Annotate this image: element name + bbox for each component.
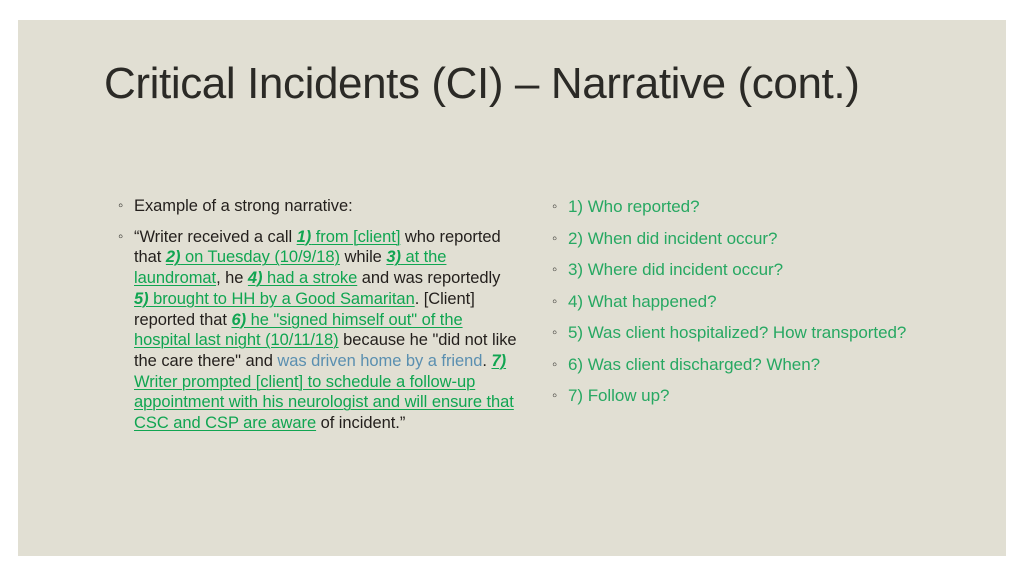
narrative-run-16: 6) [231, 310, 247, 329]
narrative-run-7: 3) [386, 248, 401, 267]
narrative-run-21: 7) [491, 351, 507, 370]
narrative-run-0: “Writer received a call [134, 227, 297, 246]
narrative-run-4: 2) [165, 248, 181, 267]
right-content-column: 1) Who reported? 2) When did incident occ… [552, 196, 952, 417]
question-item-3: 3) Where did incident occur? [552, 259, 952, 280]
question-item-label: 1) Who reported? [568, 197, 700, 216]
question-item-5: 5) Was client hospitalized? How transpor… [552, 322, 952, 343]
question-item-label: 7) Follow up? [568, 386, 670, 405]
left-content-column: Example of a strong narrative: “Writer r… [118, 196, 518, 434]
narrative-run-14: brought to HH by a Good Samaritan [148, 289, 415, 308]
narrative-run-1: 1) [296, 227, 312, 246]
question-item-label: 2) When did incident occur? [568, 228, 778, 248]
example-label-text: Example of a strong narrative: [134, 197, 353, 215]
left-bullet-list: Example of a strong narrative: “Writer r… [118, 196, 518, 434]
slide-canvas: Critical Incidents (CI) – Narrative (con… [18, 20, 1006, 556]
question-bullet-list: 1) Who reported? 2) When did incident occ… [552, 196, 952, 406]
question-item-label: 4) What happened? [568, 291, 717, 311]
question-item-1: 1) Who reported? [552, 196, 952, 217]
narrative-rich-text: “Writer received a call 1) from [client]… [134, 228, 517, 432]
list-item-narrative: “Writer received a call 1) from [client]… [118, 227, 518, 434]
question-item-label: 3) Where did incident occur? [568, 260, 783, 279]
question-item-label: 5) Was client hospitalized? How transpor… [568, 323, 907, 342]
narrative-run-11: had a stroke [262, 269, 358, 288]
page-title: Critical Incidents (CI) – Narrative (con… [104, 59, 860, 108]
question-item-4: 4) What happened? [552, 291, 952, 312]
narrative-run-13: 5) [134, 289, 149, 308]
narrative-run-10: 4) [247, 269, 263, 288]
question-item-7: 7) Follow up? [552, 385, 952, 406]
narrative-run-23: of incident.” [316, 414, 406, 433]
list-item-example-label: Example of a strong narrative: [118, 196, 518, 217]
narrative-run-5: on Tuesday (10/9/18) [180, 248, 340, 267]
narrative-run-12: and was reportedly [357, 269, 501, 288]
narrative-run-2: from [client] [311, 227, 401, 246]
narrative-run-6: while [339, 248, 387, 267]
question-item-6: 6) Was client discharged? When? [552, 354, 952, 375]
narrative-run-19: was driven home by a friend [277, 351, 483, 370]
narrative-run-9: , he [216, 269, 248, 288]
question-item-label: 6) Was client discharged? When? [568, 354, 820, 374]
question-item-2: 2) When did incident occur? [552, 228, 952, 249]
